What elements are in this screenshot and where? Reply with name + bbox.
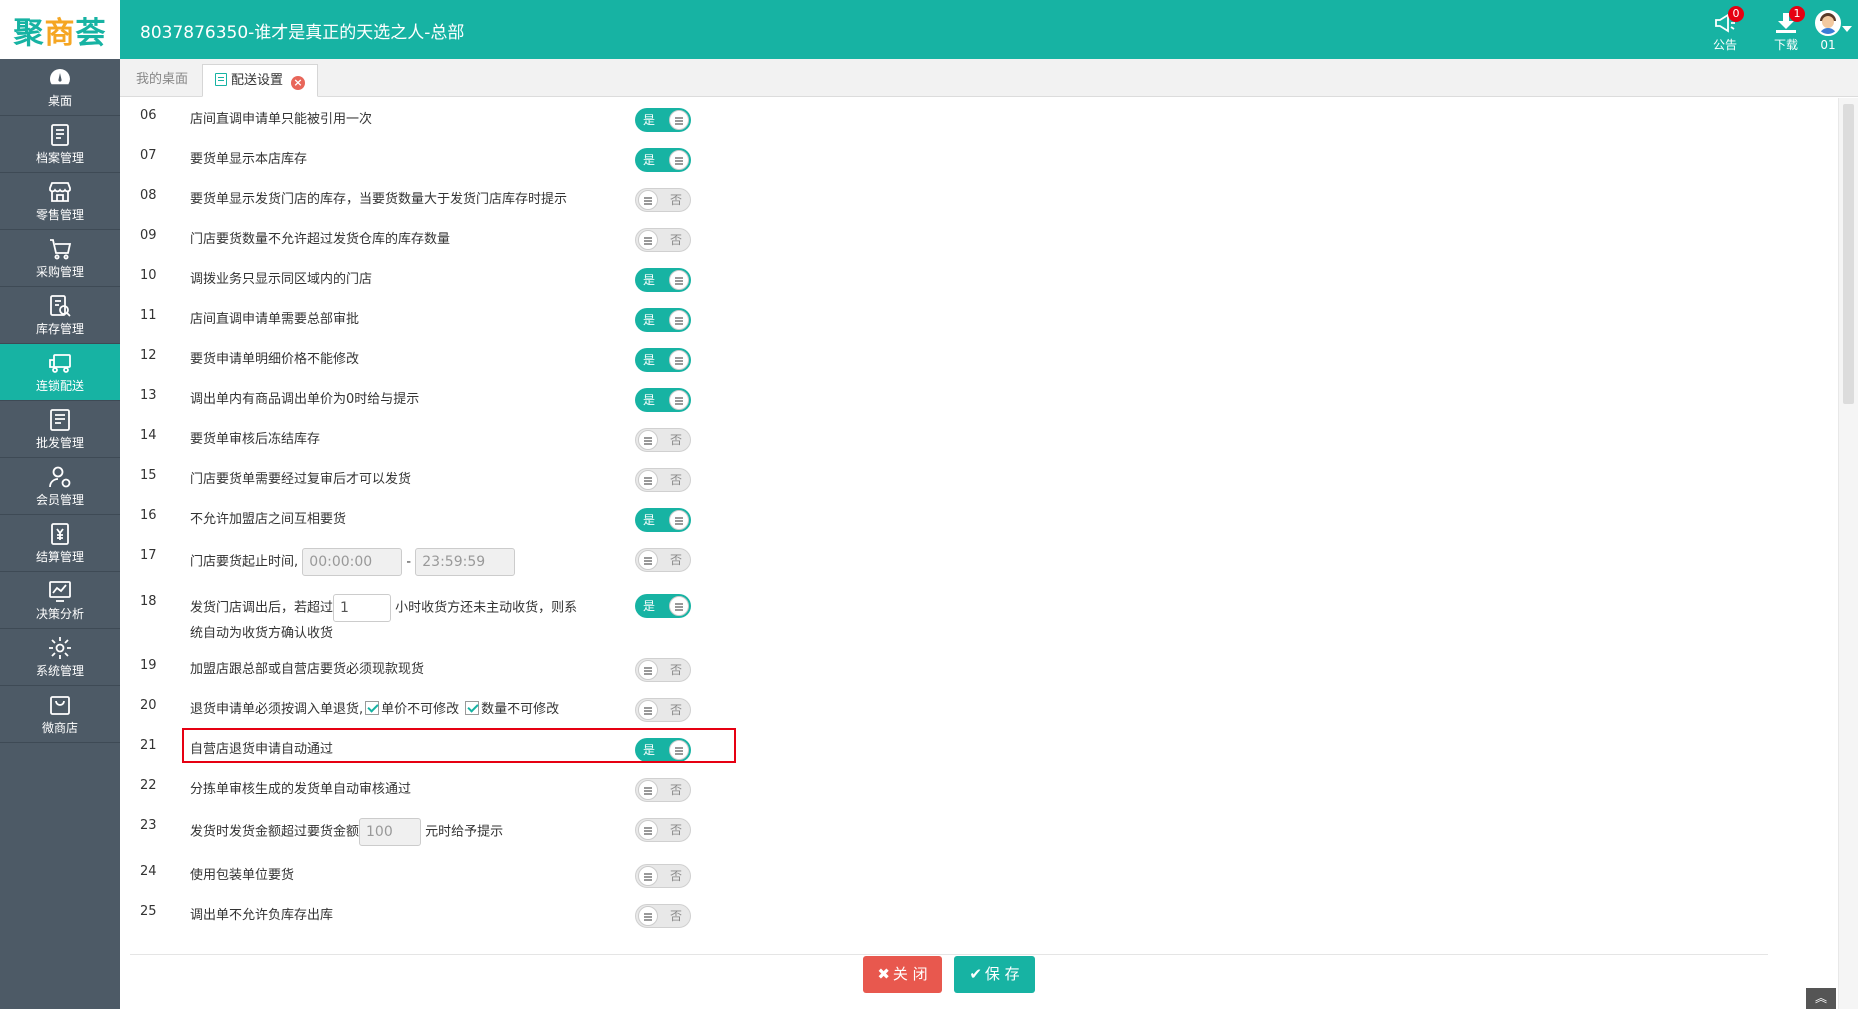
double-chevron-up-icon: ︽ — [1814, 991, 1827, 1005]
chevron-down-icon — [1842, 26, 1852, 32]
sidebar-item-analysis[interactable]: 决策分析 — [0, 572, 120, 629]
announce-badge: 0 — [1728, 6, 1744, 22]
setting-toggle-07[interactable]: 是 — [635, 148, 691, 172]
setting-toggle-16[interactable]: 是 — [635, 508, 691, 532]
setting-toggle-17[interactable]: 否 — [635, 548, 691, 572]
highlight-annotation — [182, 728, 736, 763]
sidebar-item-microstore[interactable]: 微商店 — [0, 686, 120, 743]
tab-my-desktop[interactable]: 我的桌面 — [126, 64, 198, 97]
order-end-time-input[interactable] — [415, 548, 516, 576]
document-icon — [215, 73, 227, 86]
setting-toggle-08[interactable]: 否 — [635, 188, 691, 212]
setting-toggle-23[interactable]: 否 — [635, 818, 691, 842]
gear-icon — [49, 637, 71, 659]
quantity-locked-checkbox[interactable] — [465, 701, 480, 715]
sidebar: 桌面 档案管理 零售管理 采购管理 库存管理 连锁配送 批发管理 会员管理 结算… — [0, 59, 120, 1009]
sidebar-item-member[interactable]: 会员管理 — [0, 458, 120, 515]
sidebar-item-archive[interactable]: 档案管理 — [0, 116, 120, 173]
save-button[interactable]: ✔ 保 存 — [954, 956, 1035, 993]
setting-toggle-19[interactable]: 否 — [635, 658, 691, 682]
tab-delivery-settings-label: 配送设置 — [231, 73, 284, 88]
tab-bar: 我的桌面 配送设置 × — [120, 59, 1858, 97]
archive-icon — [51, 124, 69, 146]
user-menu[interactable]: 01 — [1798, 8, 1858, 54]
announce-label: 公告 — [1712, 38, 1737, 52]
chart-icon — [49, 581, 71, 602]
sidebar-item-settlement[interactable]: 结算管理 — [0, 515, 120, 572]
check-icon: ✔ — [969, 965, 982, 983]
back-to-top-button[interactable]: ︽ — [1806, 988, 1836, 1009]
store-icon — [49, 182, 71, 202]
settings-content: 06 店间直调申请单只能被引用一次 是 07 要货单显示本店库存 是 08 要货… — [120, 98, 1838, 1009]
avatar — [1815, 10, 1841, 36]
amount-threshold-input[interactable] — [359, 818, 422, 846]
order-start-time-input[interactable] — [302, 548, 403, 576]
setting-toggle-20[interactable]: 否 — [635, 698, 691, 722]
sidebar-item-system[interactable]: 系统管理 — [0, 629, 120, 686]
setting-toggle-14[interactable]: 否 — [635, 428, 691, 452]
unit-price-locked-checkbox[interactable] — [365, 701, 380, 715]
announce-button[interactable]: 0 公告 — [1700, 6, 1750, 54]
setting-toggle-11[interactable]: 是 — [635, 308, 691, 332]
setting-toggle-09[interactable]: 否 — [635, 228, 691, 252]
settlement-icon — [51, 523, 69, 545]
dashboard-icon — [50, 69, 70, 85]
inventory-icon — [50, 295, 71, 317]
user-label: 01 — [1820, 38, 1836, 52]
footer-divider — [130, 954, 1768, 955]
cart-icon — [50, 239, 72, 260]
setting-toggle-18[interactable]: 是 — [635, 594, 691, 618]
header-title: 8037876350-谁才是真正的天选之人-总部 — [140, 23, 465, 43]
setting-toggle-12[interactable]: 是 — [635, 348, 691, 372]
sidebar-item-desktop[interactable]: 桌面 — [0, 59, 120, 116]
truck-icon — [49, 354, 71, 373]
scrollbar-thumb[interactable] — [1843, 104, 1854, 404]
scrollbar[interactable] — [1838, 98, 1858, 1009]
sidebar-item-inventory[interactable]: 库存管理 — [0, 287, 120, 344]
close-icon: ✖ — [877, 965, 890, 983]
logo-text: 聚商荟 — [13, 15, 107, 51]
close-icon[interactable]: × — [291, 76, 306, 90]
sidebar-item-chain-delivery[interactable]: 连锁配送 — [0, 344, 120, 401]
auto-receive-hours-input[interactable] — [333, 594, 392, 622]
setting-toggle-13[interactable]: 是 — [635, 388, 691, 412]
logo: 聚商荟 — [0, 0, 120, 59]
setting-toggle-06[interactable]: 是 — [635, 108, 691, 132]
bag-icon — [50, 696, 70, 715]
member-icon — [49, 466, 71, 488]
sidebar-item-wholesale[interactable]: 批发管理 — [0, 401, 120, 458]
top-header: 聚商荟 8037876350-谁才是真正的天选之人-总部 0 公告 1 下载 0… — [0, 0, 1858, 59]
close-button[interactable]: ✖ 关 闭 — [863, 956, 942, 993]
setting-toggle-22[interactable]: 否 — [635, 778, 691, 802]
sidebar-item-retail[interactable]: 零售管理 — [0, 173, 120, 230]
tab-delivery-settings[interactable]: 配送设置 × — [202, 64, 319, 97]
sidebar-item-purchase[interactable]: 采购管理 — [0, 230, 120, 287]
setting-toggle-15[interactable]: 否 — [635, 468, 691, 492]
setting-toggle-24[interactable]: 否 — [635, 864, 691, 888]
setting-toggle-25[interactable]: 否 — [635, 904, 691, 928]
setting-toggle-10[interactable]: 是 — [635, 268, 691, 292]
wholesale-icon — [50, 409, 70, 431]
